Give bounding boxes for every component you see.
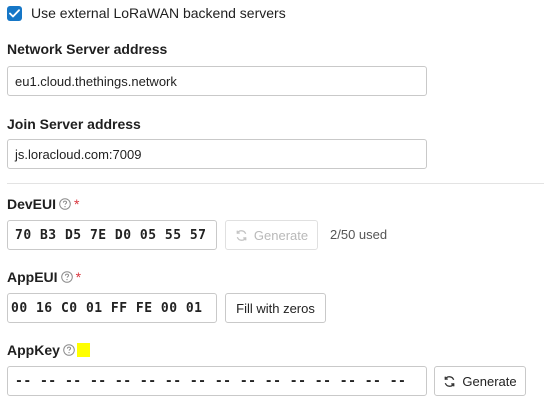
network-server-label-text: Network Server address	[7, 41, 168, 57]
required-asterisk: *	[75, 269, 82, 285]
app-key-generate-label: Generate	[462, 373, 517, 389]
join-server-value: js.loracloud.com:7009	[15, 146, 142, 162]
network-server-value: eu1.cloud.thethings.network	[15, 73, 177, 89]
dev-eui-label: DevEUI *	[7, 196, 79, 212]
app-eui-label: AppEUI *	[7, 269, 81, 285]
join-server-label: Join Server address	[7, 116, 141, 132]
question-circle-icon[interactable]	[60, 271, 73, 283]
check-icon	[9, 8, 20, 17]
app-key-input[interactable]: -- -- -- -- -- -- -- -- -- -- -- -- -- -…	[7, 366, 427, 396]
refresh-icon	[443, 375, 456, 388]
app-key-label: AppKey	[7, 342, 90, 358]
fill-with-zeros-label: Fill with zeros	[236, 300, 315, 316]
dev-eui-generate-button[interactable]: Generate	[225, 220, 318, 250]
fill-with-zeros-button[interactable]: Fill with zeros	[225, 293, 326, 323]
app-eui-value: 00 16 C0 01 FF FE 00 01	[11, 300, 203, 316]
required-asterisk: *	[74, 196, 80, 212]
app-key-generate-button[interactable]: Generate	[434, 366, 526, 396]
join-server-input[interactable]: js.loracloud.com:7009	[7, 139, 427, 169]
dev-eui-usage: 2/50 used	[330, 227, 388, 242]
dev-eui-value: 70 B3 D5 7E D0 05 55 57	[15, 227, 207, 243]
join-server-label-text: Join Server address	[7, 116, 141, 132]
app-eui-label-text: AppEUI	[7, 269, 58, 285]
dev-eui-input[interactable]: 70 B3 D5 7E D0 05 55 57	[7, 220, 217, 250]
app-key-label-text: AppKey	[7, 342, 60, 358]
app-key-value: -- -- -- -- -- -- -- -- -- -- -- -- -- -…	[15, 373, 407, 389]
external-backend-checkbox[interactable]	[7, 5, 22, 21]
question-circle-icon[interactable]	[59, 198, 71, 210]
refresh-icon	[235, 229, 248, 242]
device-form: Use external LoRaWAN backend servers Net…	[0, 0, 544, 411]
network-server-input[interactable]: eu1.cloud.thethings.network	[7, 66, 427, 96]
dev-eui-generate-label: Generate	[253, 227, 309, 243]
external-backend-label: Use external LoRaWAN backend servers	[31, 5, 286, 21]
external-backend-checkbox-row[interactable]: Use external LoRaWAN backend servers	[7, 3, 286, 23]
section-divider	[7, 183, 544, 184]
network-server-label: Network Server address	[7, 41, 167, 57]
highlight-marker	[76, 343, 90, 357]
dev-eui-label-text: DevEUI	[7, 196, 57, 212]
question-circle-icon[interactable]	[63, 344, 75, 356]
app-eui-input[interactable]: 00 16 C0 01 FF FE 00 01	[7, 293, 217, 323]
